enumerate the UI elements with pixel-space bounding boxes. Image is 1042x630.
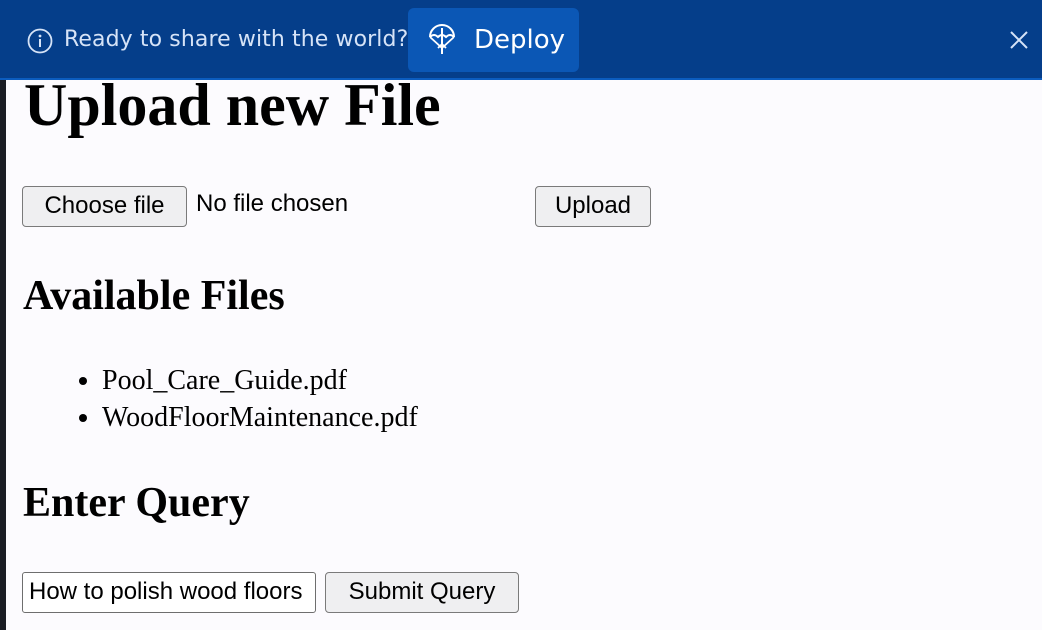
deploy-banner: Ready to share with the world? Deploy xyxy=(0,0,1042,80)
upload-button[interactable]: Upload xyxy=(535,186,651,227)
close-icon[interactable] xyxy=(1007,28,1031,52)
available-files-heading: Available Files xyxy=(23,273,285,319)
info-icon xyxy=(27,28,53,54)
file-list-item: WoodFloorMaintenance.pdf xyxy=(102,399,418,436)
file-status-text: No file chosen xyxy=(196,190,349,217)
submit-query-button[interactable]: Submit Query xyxy=(325,572,519,613)
file-list-item: Pool_Care_Guide.pdf xyxy=(102,362,418,399)
query-input[interactable]: How to polish wood floors xyxy=(22,572,316,613)
file-list: Pool_Care_Guide.pdf WoodFloorMaintenance… xyxy=(58,362,418,436)
choose-file-button[interactable]: Choose file xyxy=(22,186,187,227)
banner-message: Ready to share with the world? xyxy=(64,27,409,52)
page-frame: Upload new File Choose file No file chos… xyxy=(6,0,1042,630)
page-title: Upload new File xyxy=(24,72,441,138)
enter-query-heading: Enter Query xyxy=(23,480,250,526)
deploy-label: Deploy xyxy=(474,25,566,55)
deploy-button[interactable]: Deploy xyxy=(408,8,579,72)
deploy-icon xyxy=(429,24,455,54)
